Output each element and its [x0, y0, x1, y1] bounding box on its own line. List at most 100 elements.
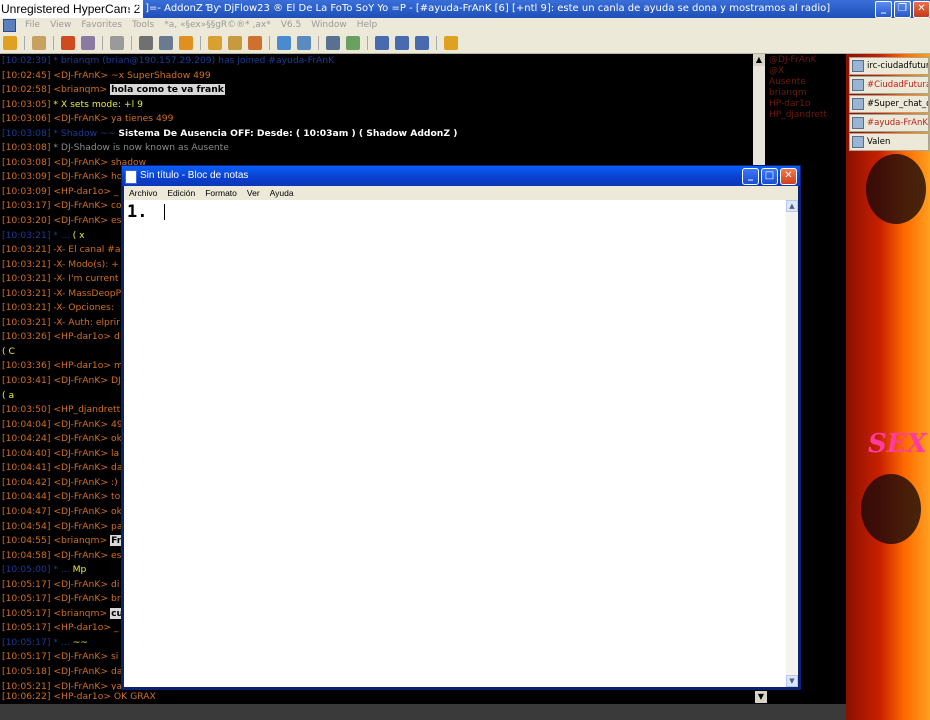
- nick-item[interactable]: @DJ-FrAnK: [765, 55, 846, 66]
- minimize-button[interactable]: _: [875, 1, 892, 18]
- menu-edicion[interactable]: Edición: [162, 188, 200, 198]
- notepad-title: Sin título - Bloc de notas: [140, 170, 249, 181]
- log-icon[interactable]: [326, 35, 340, 50]
- menu-version[interactable]: V6.5: [276, 20, 306, 30]
- chat-nick: -X- Opciones:: [53, 302, 114, 314]
- chat-nick: -X- Auth: elprir: [53, 316, 120, 328]
- chat-line: [10:03:05] * X sets mode: +l 9: [0, 98, 753, 113]
- timestamp: [10:04:24]: [2, 433, 51, 445]
- chat-message: ( x: [72, 229, 85, 241]
- mirc-app-icon[interactable]: [3, 18, 16, 32]
- menu-addon[interactable]: *a, «§ex»§§gR©®* ,ax*: [159, 20, 275, 30]
- chat-message: si: [110, 651, 119, 663]
- chat-nick: * Shadow ~~: [53, 127, 116, 139]
- chat-nick: <DJ-FrAnK>: [53, 505, 109, 517]
- menu-favorites[interactable]: Favorites: [76, 20, 127, 30]
- switchbar-item[interactable]: Valen: [849, 133, 929, 151]
- menu-ver[interactable]: Ver: [242, 188, 265, 198]
- notify-icon[interactable]: [277, 35, 291, 50]
- chat-nick: <DJ-FrAnK>: [53, 476, 109, 488]
- address-book-icon[interactable]: [110, 35, 124, 50]
- notepad-content[interactable]: 1.: [127, 202, 147, 222]
- chat-nick: <DJ-FrAnK>: [53, 69, 109, 81]
- colors-icon[interactable]: [179, 35, 193, 50]
- menu-file[interactable]: File: [20, 20, 45, 30]
- chat-nick: -X- MassDeopP: [53, 287, 122, 299]
- nick-item[interactable]: @X: [765, 66, 846, 77]
- timestamp: [10:05:17]: [2, 622, 51, 634]
- chat-message: Mp: [72, 564, 87, 576]
- chat-icon[interactable]: [228, 35, 242, 50]
- chat-nick: <DJ-FrAnK>: [53, 215, 109, 227]
- menu-archivo[interactable]: Archivo: [124, 188, 162, 198]
- timer-icon[interactable]: [159, 35, 173, 50]
- dcc-icon[interactable]: [139, 35, 153, 50]
- timestamp: [10:03:21]: [2, 287, 51, 299]
- channels-icon[interactable]: [61, 35, 75, 50]
- notepad-text-area[interactable]: 1.: [124, 200, 786, 687]
- chat-line: [10:03:06] <DJ-FrAnK> ya tienes 499: [0, 112, 753, 127]
- nick-item[interactable]: Ausente: [765, 77, 846, 88]
- scroll-down-icon[interactable]: ▼: [786, 675, 798, 687]
- chat-message: Sistema De Ausencia OFF: Desde: ( 10:03a…: [118, 127, 458, 139]
- restore-button[interactable]: ❐: [894, 1, 911, 18]
- scroll-up-icon[interactable]: ▲: [786, 200, 798, 212]
- nick-item[interactable]: HP-dar1o: [765, 99, 846, 110]
- url-icon[interactable]: [297, 35, 311, 50]
- favorites-icon[interactable]: [81, 35, 95, 50]
- timestamp: [10:04:42]: [2, 476, 51, 488]
- menu-window[interactable]: Window: [306, 20, 352, 30]
- chat-nick: <DJ-FrAnK>: [53, 200, 109, 212]
- timestamp: [10:03:09]: [2, 171, 51, 183]
- receive-icon[interactable]: [248, 35, 262, 50]
- message-input-text[interactable]: [10:06:22] <HP-dar1o> OK GRAX: [2, 691, 156, 702]
- timestamp: [10:03:41]: [2, 375, 51, 387]
- nick-item[interactable]: HP_djandrett: [765, 110, 846, 121]
- notepad-window: Sin título - Bloc de notas _ □ ✕ Archivo…: [121, 165, 801, 690]
- options-icon[interactable]: [32, 35, 46, 50]
- notepad-scrollbar[interactable]: ▲ ▼: [786, 200, 798, 687]
- timestamp: [10:03:05]: [2, 98, 51, 110]
- switchbar-item[interactable]: #CiudadFutura: [849, 76, 929, 94]
- chat-nick: * ...: [53, 564, 70, 576]
- timestamp: [10:04:44]: [2, 491, 51, 503]
- switchbar-item[interactable]: #Super_chat_d...: [849, 95, 929, 113]
- close-button[interactable]: ✕: [780, 168, 797, 185]
- scroll-up-icon[interactable]: ▲: [753, 54, 765, 66]
- menu-help[interactable]: Help: [352, 20, 383, 30]
- help-icon[interactable]: [444, 35, 458, 50]
- nick-item[interactable]: brianqm: [765, 88, 846, 99]
- message-input[interactable]: [10:06:22] <HP-dar1o> OK GRAX ▼: [0, 690, 767, 704]
- menu-view[interactable]: View: [45, 20, 76, 30]
- tile-horizontal-icon[interactable]: [375, 35, 389, 50]
- menu-tools[interactable]: Tools: [127, 20, 159, 30]
- chat-nick: * X sets mode: +l 9: [53, 98, 143, 110]
- maximize-button[interactable]: □: [761, 168, 778, 185]
- menu-ayuda[interactable]: Ayuda: [265, 188, 299, 198]
- timestamp: [10:03:50]: [2, 404, 51, 416]
- notepad-title-bar[interactable]: Sin título - Bloc de notas _ □ ✕: [122, 166, 800, 186]
- mirc-menu-bar: File View Favorites Tools *a, «§ex»§§gR©…: [0, 18, 930, 32]
- chevron-down-icon[interactable]: ▼: [755, 691, 767, 703]
- skull-graphic: [866, 154, 926, 224]
- chat-nick: <HP_djandrett: [53, 404, 121, 416]
- chat-nick: <DJ-FrAnK>: [53, 375, 109, 387]
- chat-message: es: [110, 549, 122, 561]
- scripts-icon[interactable]: [346, 35, 360, 50]
- cascade-icon[interactable]: [415, 35, 429, 50]
- chat-nick: <brianqm>: [53, 84, 108, 96]
- timestamp: [10:03:20]: [2, 215, 51, 227]
- send-icon[interactable]: [208, 35, 222, 50]
- timestamp: [10:05:18]: [2, 665, 51, 677]
- chat-nick: <DJ-FrAnK>: [53, 665, 109, 677]
- chat-message: br: [110, 593, 121, 605]
- chat-message: _: [113, 185, 119, 197]
- minimize-button[interactable]: _: [742, 168, 759, 185]
- timestamp: [10:05:17]: [2, 593, 51, 605]
- close-button[interactable]: ✕: [913, 1, 930, 18]
- tile-vertical-icon[interactable]: [395, 35, 409, 50]
- menu-formato[interactable]: Formato: [200, 188, 242, 198]
- switchbar-item[interactable]: #ayuda-FrAnK: [849, 114, 929, 132]
- connect-icon[interactable]: [3, 35, 17, 50]
- switchbar-item[interactable]: irc-ciudadfutura...: [849, 57, 929, 75]
